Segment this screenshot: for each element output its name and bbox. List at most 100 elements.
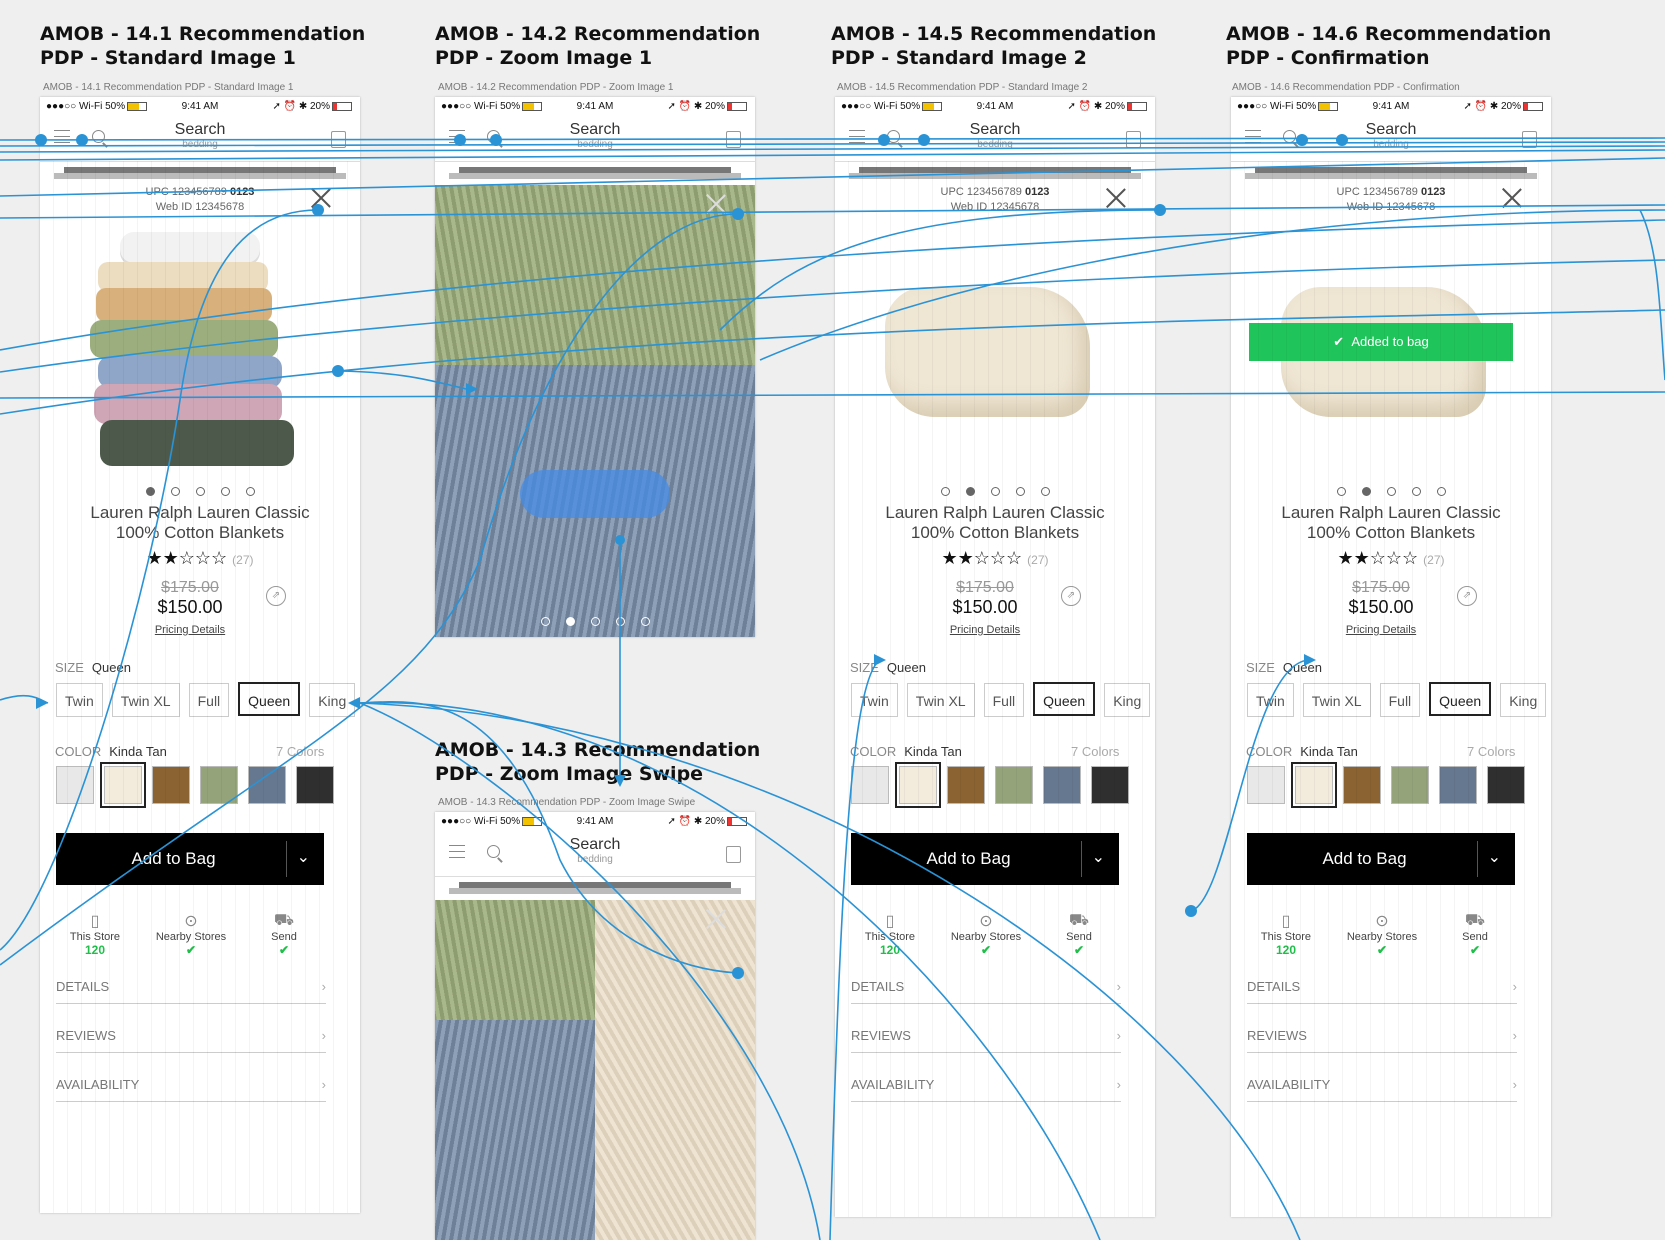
send[interactable]: ⛟ Send ✔ xyxy=(1435,911,1515,957)
tray-handle[interactable] xyxy=(54,167,346,179)
nearby-stores[interactable]: ⊙ Nearby Stores ✔ xyxy=(151,911,231,957)
color-swatch[interactable] xyxy=(200,766,238,804)
zoomed-product-image[interactable] xyxy=(435,900,595,1240)
chevron-down-icon[interactable]: ⌄ xyxy=(297,847,310,867)
image-pager[interactable] xyxy=(835,483,1155,501)
color-swatch[interactable] xyxy=(1343,766,1381,804)
size-option-selected[interactable]: Queen xyxy=(1429,682,1492,716)
product-image[interactable] xyxy=(90,232,294,469)
add-to-bag-button[interactable]: Add to Bag ⌄ xyxy=(1247,833,1515,885)
size-option[interactable]: Twin XL xyxy=(111,683,180,717)
details-row[interactable]: DETAILS › xyxy=(56,979,326,1004)
sale-price: $150.00 xyxy=(952,597,1018,617)
color-swatch[interactable] xyxy=(1247,766,1285,804)
details-row[interactable]: DETAILS › xyxy=(851,979,1121,1004)
share-icon[interactable]: ⇗ xyxy=(1061,586,1081,606)
color-swatch[interactable] xyxy=(1091,766,1129,804)
image-pager[interactable] xyxy=(435,613,755,631)
size-option[interactable]: Twin xyxy=(851,683,898,717)
rating-stars[interactable]: ★★☆☆☆ (27) xyxy=(835,548,1155,569)
image-pager[interactable] xyxy=(40,483,360,501)
reviews-row[interactable]: REVIEWS › xyxy=(1247,1028,1517,1053)
zoomed-product-image[interactable] xyxy=(435,185,755,637)
send[interactable]: ⛟ Send ✔ xyxy=(244,911,324,957)
bag-icon[interactable] xyxy=(331,131,346,148)
color-swatch[interactable] xyxy=(995,766,1033,804)
availability-row[interactable]: AVAILABILITY › xyxy=(1247,1077,1517,1102)
pricing-details-link[interactable]: Pricing Details xyxy=(40,624,340,636)
added-to-bag-banner: ✔ Added to bag xyxy=(1249,323,1513,361)
tray-handle[interactable] xyxy=(1245,167,1537,179)
search-bar[interactable]: Search bedding xyxy=(435,117,755,162)
share-icon[interactable]: ⇗ xyxy=(1457,586,1477,606)
color-swatch[interactable] xyxy=(296,766,334,804)
pricing-details-link[interactable]: Pricing Details xyxy=(835,624,1135,636)
size-option[interactable]: Full xyxy=(983,683,1025,717)
size-option[interactable]: Full xyxy=(1379,683,1421,717)
nearby-stores[interactable]: ⊙ Nearby Stores ✔ xyxy=(1342,911,1422,957)
bag-icon[interactable] xyxy=(1126,131,1141,148)
send[interactable]: ⛟ Send ✔ xyxy=(1039,911,1119,957)
color-swatch-selected[interactable] xyxy=(100,762,146,808)
reviews-row[interactable]: REVIEWS › xyxy=(56,1028,326,1053)
size-option[interactable]: Twin XL xyxy=(1302,683,1371,717)
tray-handle[interactable] xyxy=(449,882,741,894)
next-product-image[interactable] xyxy=(595,900,755,1240)
search-bar[interactable]: Search bedding xyxy=(40,117,360,162)
rating-stars[interactable]: ★★☆☆☆ (27) xyxy=(40,548,360,569)
search-bar[interactable]: Search bedding xyxy=(435,832,755,877)
availability-row[interactable]: AVAILABILITY › xyxy=(56,1077,326,1102)
add-to-bag-button[interactable]: Add to Bag ⌄ xyxy=(56,833,324,885)
availability-row[interactable]: AVAILABILITY › xyxy=(851,1077,1121,1102)
details-row[interactable]: DETAILS › xyxy=(1247,979,1517,1004)
close-icon[interactable] xyxy=(705,193,727,215)
close-icon[interactable] xyxy=(1501,187,1523,209)
this-store[interactable]: ▯ This Store 120 xyxy=(850,911,930,957)
color-swatch[interactable] xyxy=(56,766,94,804)
bag-icon[interactable] xyxy=(726,846,741,863)
tray-handle[interactable] xyxy=(449,167,741,179)
product-image[interactable] xyxy=(885,287,1090,417)
size-option[interactable]: Twin xyxy=(56,683,103,717)
color-swatch-selected[interactable] xyxy=(895,762,941,808)
size-option[interactable]: King xyxy=(1104,683,1151,717)
color-swatch[interactable] xyxy=(1391,766,1429,804)
chevron-down-icon[interactable]: ⌄ xyxy=(1488,847,1501,867)
this-store[interactable]: ▯ This Store 120 xyxy=(55,911,135,957)
bag-icon[interactable] xyxy=(1522,131,1537,148)
nearby-stores[interactable]: ⊙ Nearby Stores ✔ xyxy=(946,911,1026,957)
pricing-details-link[interactable]: Pricing Details xyxy=(1231,624,1531,636)
add-to-bag-button[interactable]: Add to Bag ⌄ xyxy=(851,833,1119,885)
rating-stars[interactable]: ★★☆☆☆ (27) xyxy=(1231,548,1551,569)
color-swatch[interactable] xyxy=(851,766,889,804)
reviews-row[interactable]: REVIEWS › xyxy=(851,1028,1121,1053)
bag-icon[interactable] xyxy=(726,131,741,148)
search-bar[interactable]: Search bedding xyxy=(835,117,1155,162)
close-icon[interactable] xyxy=(1105,187,1127,209)
color-swatch[interactable] xyxy=(1439,766,1477,804)
color-swatch[interactable] xyxy=(947,766,985,804)
size-option[interactable]: Full xyxy=(188,683,230,717)
size-option[interactable]: Twin XL xyxy=(906,683,975,717)
this-store[interactable]: ▯ This Store 120 xyxy=(1246,911,1326,957)
size-option-selected[interactable]: Queen xyxy=(1033,682,1096,716)
size-option-selected[interactable]: Queen xyxy=(238,682,301,716)
share-icon[interactable]: ⇗ xyxy=(266,586,286,606)
color-swatch[interactable] xyxy=(1487,766,1525,804)
status-bar: ●●●○○ Wi-Fi 50% 9:41 AM ➚ ⏰ ✱ 20% xyxy=(435,97,755,117)
color-swatch[interactable] xyxy=(152,766,190,804)
location-pin-icon: ⊙ xyxy=(184,913,198,930)
size-option[interactable]: Twin xyxy=(1247,683,1294,717)
close-icon[interactable] xyxy=(705,908,727,930)
size-option[interactable]: King xyxy=(309,683,356,717)
tray-handle[interactable] xyxy=(849,167,1141,179)
color-swatch-selected[interactable] xyxy=(1291,762,1337,808)
color-swatch[interactable] xyxy=(248,766,286,804)
color-swatch[interactable] xyxy=(1043,766,1081,804)
size-option[interactable]: King xyxy=(1500,683,1547,717)
swipe-gesture-indicator xyxy=(520,470,670,518)
chevron-down-icon[interactable]: ⌄ xyxy=(1092,847,1105,867)
image-pager[interactable] xyxy=(1231,483,1551,501)
close-icon[interactable] xyxy=(310,187,332,209)
search-bar[interactable]: Search bedding xyxy=(1231,117,1551,162)
